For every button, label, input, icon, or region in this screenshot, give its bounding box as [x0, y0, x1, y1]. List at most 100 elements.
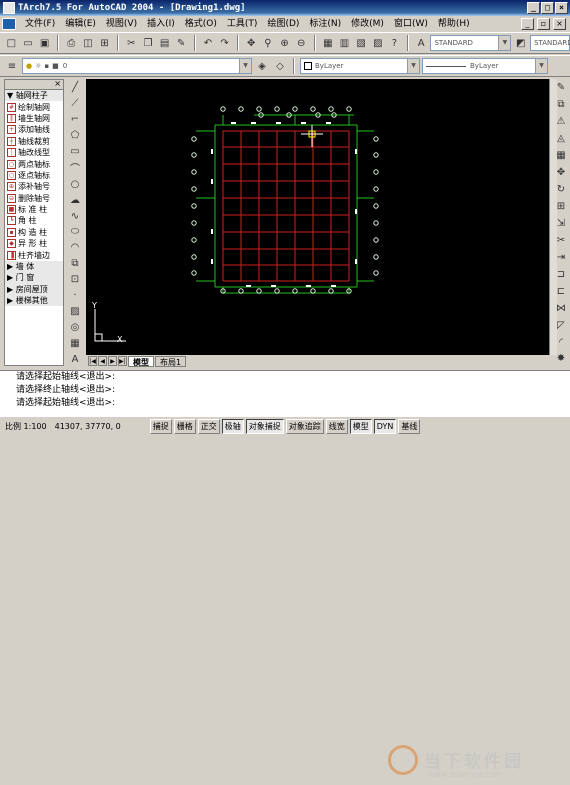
doc-close-button[interactable]: × — [553, 18, 566, 30]
revcloud-icon[interactable]: ☁ — [68, 194, 82, 207]
app-icon[interactable] — [3, 2, 15, 14]
doc-restore-button[interactable]: ▫ — [537, 18, 550, 30]
polyline-icon[interactable]: ⌐ — [68, 113, 82, 126]
join-icon[interactable]: ⋈ — [554, 301, 568, 315]
lineweight-toggle[interactable]: 线宽 — [325, 418, 348, 434]
make-current-icon[interactable]: ◈ — [254, 58, 270, 74]
palette-item[interactable]: ┼ 轴线裁剪 — [5, 136, 63, 147]
otrack-toggle[interactable]: 对象追踪 — [285, 418, 324, 434]
palette-group-room[interactable]: ▶ 房间屋顶 — [5, 283, 63, 296]
text-style-icon[interactable]: A — [414, 35, 429, 51]
erase-icon[interactable]: ✎ — [554, 81, 568, 95]
ellipse-icon[interactable]: ⬭ — [68, 226, 82, 239]
polar-toggle[interactable]: 极轴 — [221, 418, 244, 434]
doc-icon[interactable] — [2, 18, 16, 30]
construction-line-icon[interactable]: ⟋ — [68, 97, 82, 110]
layer-select[interactable]: ● ☼ ▪ ■ 0 ▼ — [22, 58, 252, 74]
dim-style-select[interactable]: STANDARD — [530, 35, 570, 51]
palette-item[interactable]: ‖ 墙生轴网 — [5, 113, 63, 124]
preview-icon[interactable]: ◫ — [81, 35, 96, 51]
prev-tab-icon[interactable]: ◀ — [98, 356, 107, 366]
menu-insert[interactable]: 插入(I) — [142, 17, 180, 31]
close-icon[interactable]: × — [54, 79, 61, 88]
palette-item[interactable]: ▪ 构 造 柱 — [5, 227, 63, 238]
menu-format[interactable]: 格式(O) — [180, 17, 222, 31]
palette-item[interactable]: ┗ 角 柱 — [5, 215, 63, 226]
minimize-button[interactable]: _ — [527, 2, 540, 14]
make-block-icon[interactable]: ⊡ — [68, 273, 82, 286]
spline-icon[interactable]: ∿ — [68, 210, 82, 223]
snap-toggle[interactable]: 捕捉 — [149, 418, 172, 434]
dyn-toggle[interactable]: DYN — [373, 418, 397, 434]
polygon-icon[interactable]: ⬠ — [68, 129, 82, 142]
fillet-icon[interactable]: ◜ — [554, 335, 568, 349]
chamfer-icon[interactable]: ◸ — [554, 318, 568, 332]
drawing-canvas[interactable]: Y X — [86, 79, 549, 355]
scale-icon[interactable]: ⊞ — [554, 200, 568, 214]
redo-icon[interactable]: ↷ — [217, 35, 232, 51]
circle-icon[interactable]: ○ — [68, 178, 82, 191]
menu-modify[interactable]: 修改(M) — [346, 17, 389, 31]
trim-icon[interactable]: ✂ — [554, 233, 568, 247]
paste-icon[interactable]: ▤ — [157, 35, 172, 51]
palette-item[interactable]: ◆ 异 形 柱 — [5, 238, 63, 249]
pan-icon[interactable]: ✥ — [244, 35, 259, 51]
first-tab-icon[interactable]: |◀ — [88, 356, 97, 366]
tab-model[interactable]: 模型 — [128, 355, 154, 367]
copy-object-icon[interactable]: ⧉ — [554, 98, 568, 112]
copy-icon[interactable]: ❐ — [141, 35, 156, 51]
command-prompt-line[interactable]: 请选择起始轴线<退出>: — [0, 397, 570, 410]
move-icon[interactable]: ✥ — [554, 166, 568, 180]
arc-icon[interactable]: ⌒ — [68, 161, 82, 175]
cut-icon[interactable]: ✂ — [124, 35, 139, 51]
menu-tools[interactable]: 工具(T) — [222, 17, 263, 31]
menu-file[interactable]: 文件(F) — [20, 17, 60, 31]
maximize-button[interactable]: □ — [541, 2, 554, 14]
menu-dimension[interactable]: 标注(N) — [304, 17, 346, 31]
rectangle-icon[interactable]: ▭ — [68, 145, 82, 158]
palette-item[interactable]: # 绘制轴网 — [5, 101, 63, 112]
last-tab-icon[interactable]: ▶| — [118, 356, 127, 366]
help-icon[interactable]: ? — [387, 35, 402, 51]
menu-view[interactable]: 视图(V) — [101, 17, 142, 31]
point-icon[interactable]: · — [68, 289, 82, 302]
break-icon[interactable]: ⊏ — [554, 284, 568, 298]
region-icon[interactable]: ◎ — [68, 321, 82, 334]
publish-icon[interactable]: ⊞ — [97, 35, 112, 51]
command-window[interactable]: 请选择起始轴线<退出>: 请选择终止轴线<退出>: 请选择起始轴线<退出>: 当… — [0, 370, 570, 779]
palette-item[interactable]: ■ 标 准 柱 — [5, 204, 63, 215]
palette-item[interactable]: + 添加轴线 — [5, 124, 63, 135]
rotate-icon[interactable]: ↻ — [554, 183, 568, 197]
palette-item[interactable]: ○ 逐点轴标 — [5, 170, 63, 181]
palette-group-stair[interactable]: ▶ 楼梯其他 — [5, 295, 63, 307]
palette-group-axis[interactable]: ▼ 轴网柱子 — [5, 90, 63, 102]
baseline-toggle[interactable]: 基线 — [398, 418, 421, 434]
line-icon[interactable]: ╱ — [68, 81, 82, 94]
properties-icon[interactable]: ▦ — [321, 35, 336, 51]
menu-draw[interactable]: 绘图(D) — [262, 17, 304, 31]
markup-icon[interactable]: ▨ — [370, 35, 385, 51]
ortho-toggle[interactable]: 正交 — [197, 418, 220, 434]
doc-minimize-button[interactable]: _ — [521, 18, 534, 30]
insert-block-icon[interactable]: ⧉ — [68, 257, 82, 270]
save-icon[interactable]: ▣ — [37, 35, 52, 51]
extend-icon[interactable]: ⇥ — [554, 250, 568, 264]
zoom-window-icon[interactable]: ⊕ — [277, 35, 292, 51]
text-style-select[interactable]: STANDARD ▼ — [430, 35, 512, 51]
tool-palettes-icon[interactable]: ▧ — [354, 35, 369, 51]
array-icon[interactable]: ▦ — [554, 149, 568, 163]
layer-manager-icon[interactable]: ≡ — [4, 58, 20, 74]
table-icon[interactable]: ▦ — [68, 337, 82, 350]
linetype-select[interactable]: ByLayer ▼ — [422, 58, 548, 74]
hatch-icon[interactable]: ▨ — [68, 305, 82, 318]
design-center-icon[interactable]: ▥ — [337, 35, 352, 51]
zoom-realtime-icon[interactable]: ⚲ — [261, 35, 276, 51]
dim-style-icon[interactable]: ◩ — [513, 35, 528, 51]
palette-item[interactable]: ┆ 轴改线型 — [5, 147, 63, 158]
palette-item[interactable]: ⊕ 添补轴号 — [5, 181, 63, 192]
palette-group-door[interactable]: ▶ 门 窗 — [5, 272, 63, 284]
menu-help[interactable]: 帮助(H) — [433, 17, 475, 31]
palette-item[interactable]: ⊖ 删除轴号 — [5, 193, 63, 204]
print-icon[interactable]: ⎙ — [64, 35, 79, 51]
palette-item[interactable]: ○ 两点轴标 — [5, 158, 63, 169]
